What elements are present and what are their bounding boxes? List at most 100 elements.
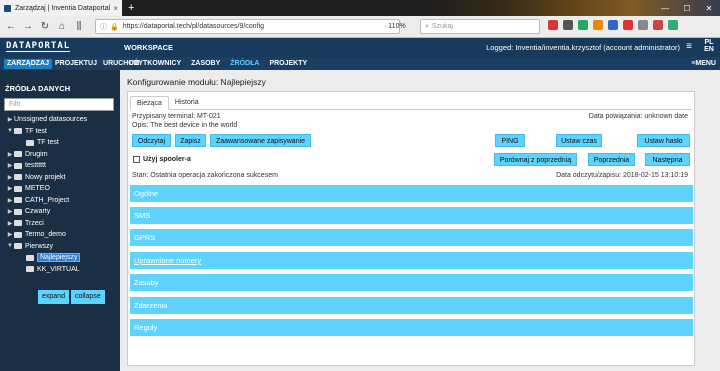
extension-icon[interactable] [653, 20, 663, 30]
lang-pl[interactable]: PL [702, 39, 716, 46]
extension-icon[interactable] [608, 20, 618, 30]
menu-projekty[interactable]: PROJEKTY [266, 59, 310, 69]
back-icon[interactable]: ← [4, 20, 18, 34]
tree-node[interactable]: ▶ METEO [0, 183, 120, 195]
forward-icon[interactable]: → [21, 20, 35, 34]
tab-close-icon[interactable]: × [113, 4, 118, 13]
filter-input[interactable]: Filtr [4, 98, 114, 111]
compare-previous-button[interactable]: Porównaj z poprzednią [494, 153, 577, 166]
section-zdarzenia[interactable]: Zdarzenia [130, 297, 693, 314]
search-input[interactable]: ⌕ Szukaj [420, 19, 540, 34]
expand-arrow-icon[interactable]: ▶ [6, 208, 14, 215]
expand-arrow-icon[interactable]: ▶ [6, 162, 14, 169]
expand-arrow-icon[interactable]: ▶ [6, 116, 14, 123]
description-info: Opis: The best device in the world [132, 122, 238, 129]
binding-date: Data powiązania: unknown date [588, 113, 688, 120]
menu-projektuj[interactable]: PROJEKTUJ [52, 59, 100, 69]
tree-node[interactable]: ▼ TF test [0, 126, 120, 138]
close-window-button[interactable]: ✕ [698, 0, 720, 16]
language-switcher[interactable]: PL EN [702, 39, 716, 53]
section-ogolne[interactable]: Ogólne [130, 185, 693, 202]
maximize-button[interactable]: ☐ [676, 0, 698, 16]
section-sms[interactable]: SMS [130, 207, 693, 224]
tree-node[interactable]: ▶ Nowy projekt [0, 172, 120, 184]
tree-node[interactable]: ▶ Termo_demo [0, 229, 120, 241]
advanced-save-button[interactable]: Zaawansowane zapisywanie [210, 134, 311, 147]
save-button[interactable]: Zapisz [175, 134, 206, 147]
tab-bar: Bieżąca Historia [130, 96, 692, 110]
library-icon[interactable]: ⫼ [72, 20, 86, 34]
tree-node[interactable]: ▶ Drugim [0, 149, 120, 161]
extension-icon[interactable] [548, 20, 558, 30]
extension-icon[interactable] [623, 20, 633, 30]
extension-icon[interactable] [563, 20, 573, 30]
tree-node[interactable]: ▶ testttttt [0, 160, 120, 172]
folder-icon [26, 139, 34, 146]
menu-zasoby[interactable]: ZASOBY [188, 59, 223, 69]
expand-arrow-icon[interactable]: ▶ [6, 197, 14, 204]
extension-icon[interactable] [638, 20, 648, 30]
minimize-button[interactable]: — [654, 0, 676, 16]
section-uprawnione-numery[interactable]: Uprawnione numery [130, 252, 693, 269]
extension-icons [548, 20, 678, 30]
tree-node[interactable]: ▼ Pierwszy [0, 241, 120, 253]
expand-arrow-icon[interactable]: ▶ [6, 185, 14, 192]
expand-arrow-icon[interactable]: ▶ [6, 151, 14, 158]
section-gprs[interactable]: GPRS [130, 229, 693, 246]
config-panel: Bieżąca Historia Przypisany terminal: MT… [127, 91, 695, 366]
section-reguly[interactable]: Reguły [130, 319, 693, 336]
url-bar[interactable]: ⓘ 🔒 https://dataportal.tech/pl/datasourc… [95, 19, 400, 34]
user-menu-icon[interactable]: ≡ [686, 41, 692, 52]
zoom-level[interactable]: 110% [377, 20, 417, 33]
url-text: https://dataportal.tech/pl/datasources/9… [122, 23, 264, 30]
extension-icon[interactable] [593, 20, 603, 30]
collapse-arrow-icon[interactable]: ▼ [6, 128, 14, 134]
tab-historia[interactable]: Historia [169, 96, 205, 110]
expand-arrow-icon[interactable]: ▶ [6, 231, 14, 238]
collapse-arrow-icon[interactable]: ▼ [6, 243, 14, 249]
section-zasoby[interactable]: Zasoby [130, 274, 693, 291]
checkbox-box[interactable] [133, 156, 140, 163]
menu-zarzadzaj[interactable]: ZARZĄDZAJ [4, 59, 52, 69]
sidebar-title: ŹRÓDŁA DANYCH [5, 84, 71, 93]
expand-arrow-icon[interactable]: ▶ [6, 174, 14, 181]
spooler-checkbox[interactable]: Użyj spooler-a [133, 156, 191, 163]
ping-button[interactable]: PING [495, 134, 525, 147]
set-time-button[interactable]: Ustaw czas [556, 134, 602, 147]
tree-node[interactable]: KK_VIRTUAL [0, 264, 120, 276]
folder-icon [14, 197, 22, 204]
tree-node[interactable]: ▶ Czwarty [0, 206, 120, 218]
extension-icon[interactable] [578, 20, 588, 30]
tree-node[interactable]: Najlepiejszy [0, 252, 120, 264]
info-icon[interactable]: ⓘ [100, 22, 107, 32]
filter-placeholder: Filtr [9, 101, 21, 108]
set-password-button[interactable]: Ustaw hasło [637, 134, 690, 147]
tab-title: Zarządzaj | Inventia Dataportal [15, 4, 111, 12]
favicon-icon [4, 4, 11, 12]
tree-node[interactable]: ▶ Trzeci [0, 218, 120, 230]
tree-node-label: Pierwszy [25, 242, 54, 250]
menu-uzytkownicy[interactable]: UŻYTKOWNICY [126, 59, 184, 69]
menu-zrodla[interactable]: ŹRÓDŁA [227, 59, 262, 69]
datasource-tree: ▶ Unssigned datasources ▼ TF test TF test ▶ Dr… [0, 114, 120, 275]
home-icon[interactable]: ⌂ [55, 20, 69, 34]
expand-arrow-icon[interactable]: ▶ [6, 220, 14, 227]
expand-button[interactable]: expand [38, 290, 69, 304]
tree-node[interactable]: ▶ CATH_Project [0, 195, 120, 207]
mode-menu: ZARZĄDZAJ PROJEKTUJ URUCHOM [4, 59, 143, 69]
browser-tab[interactable]: Zarządzaj | Inventia Dataportal × [0, 0, 122, 16]
tree-node[interactable]: TF test [0, 137, 120, 149]
previous-button[interactable]: Poprzednia [588, 153, 635, 166]
next-button[interactable]: Następna [645, 153, 690, 166]
collapse-button[interactable]: collapse [70, 290, 105, 304]
tab-biezaca[interactable]: Bieżąca [130, 96, 169, 110]
extension-icon[interactable] [668, 20, 678, 30]
read-button[interactable]: Odczytaj [132, 134, 171, 147]
main-menu-button[interactable]: ≡MENU [691, 59, 716, 69]
tree-node[interactable]: ▶ Unssigned datasources [0, 114, 120, 126]
lang-en[interactable]: EN [702, 46, 716, 53]
new-tab-button[interactable]: + [128, 2, 134, 14]
app-logo[interactable]: DATAPORTAL [6, 41, 71, 52]
sidebar: ŹRÓDŁA DANYCH Filtr ▶ Unssigned datasourc… [0, 70, 120, 371]
reload-icon[interactable]: ↻ [38, 20, 52, 34]
